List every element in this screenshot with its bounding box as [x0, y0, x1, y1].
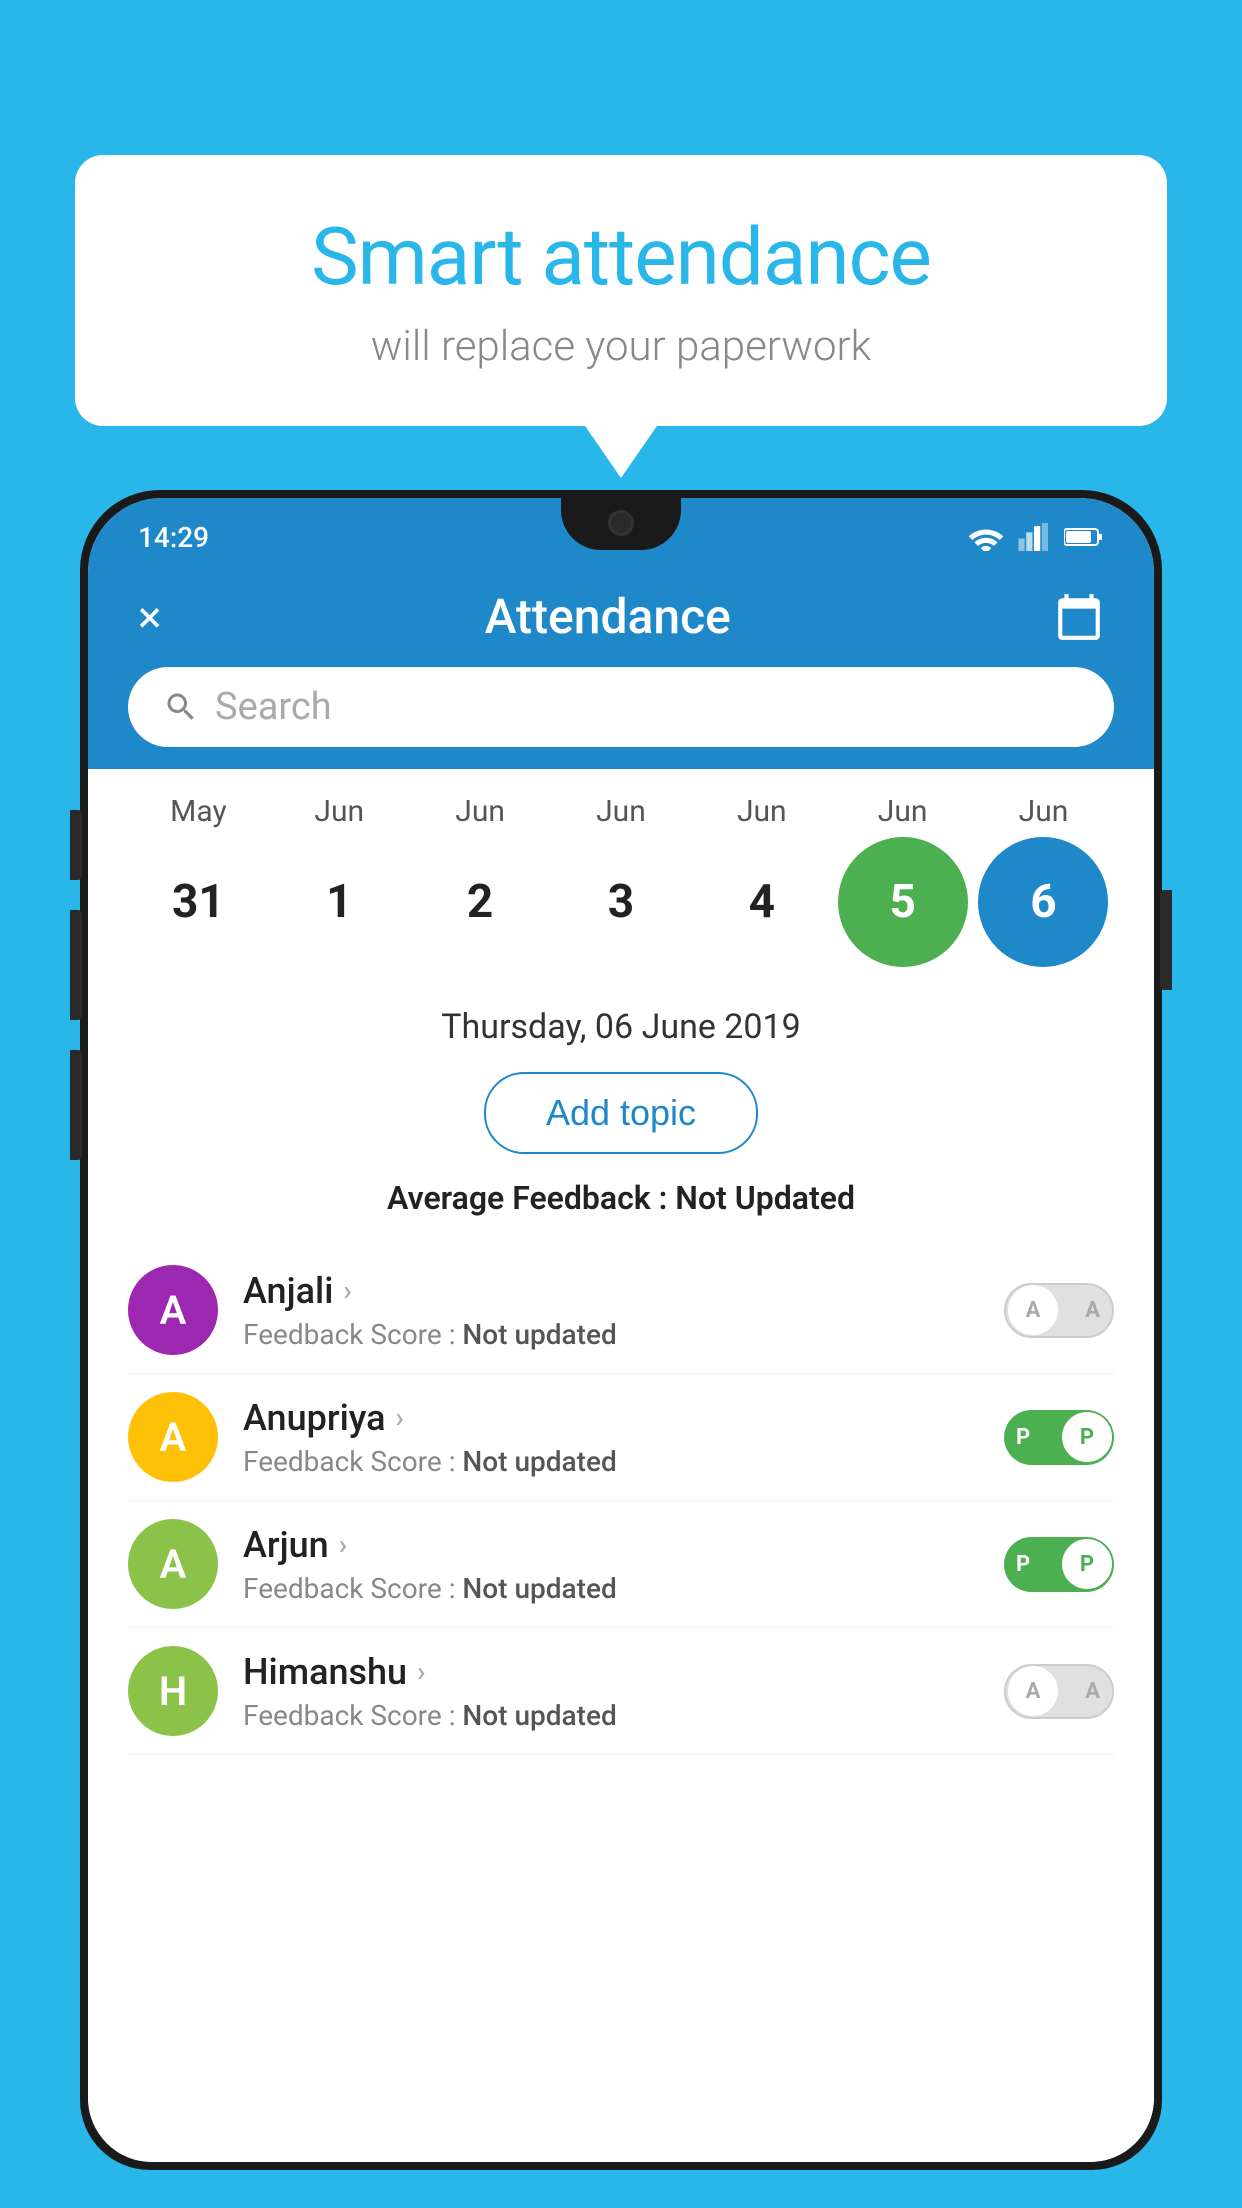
calendar-date[interactable]: 3: [556, 837, 686, 967]
calendar-months: May Jun Jun Jun Jun Jun Jun: [128, 794, 1114, 829]
attendance-toggle[interactable]: PP: [1004, 1537, 1114, 1592]
camera: [608, 510, 634, 536]
avg-feedback-label: Average Feedback :: [387, 1179, 667, 1217]
student-name[interactable]: Himanshu ›: [243, 1651, 979, 1693]
toggle-off-label: A: [1085, 1679, 1100, 1704]
speech-bubble-container: Smart attendance will replace your paper…: [75, 155, 1167, 426]
status-time: 14:29: [138, 521, 209, 554]
student-row: A Anupriya › Feedback Score : Not updated P…: [128, 1374, 1114, 1501]
battery-icon: [1064, 526, 1104, 548]
toggle-knob: P: [1062, 1412, 1112, 1462]
calendar-date[interactable]: 31: [133, 837, 263, 967]
calendar-month: Jun: [697, 794, 827, 829]
attendance-toggle[interactable]: PP: [1004, 1410, 1114, 1465]
student-info: Himanshu › Feedback Score : Not updated: [243, 1651, 979, 1732]
chevron-icon: ›: [339, 1528, 347, 1561]
add-topic-button[interactable]: Add topic: [484, 1072, 758, 1154]
student-info: Anupriya › Feedback Score : Not updated: [243, 1397, 979, 1478]
app-bar-title: Attendance: [161, 588, 1054, 645]
wifi-icon: [968, 523, 1004, 551]
avg-feedback-value: Not Updated: [675, 1179, 855, 1217]
phone-screen: 14:29: [88, 498, 1154, 2162]
attendance-toggle[interactable]: AA: [1004, 1664, 1114, 1719]
chevron-icon: ›: [417, 1655, 425, 1688]
toggle-off-label: A: [1085, 1298, 1100, 1323]
search-bar[interactable]: Search: [128, 667, 1114, 747]
calendar-month: Jun: [838, 794, 968, 829]
avg-feedback: Average Feedback : Not Updated: [128, 1179, 1114, 1217]
student-feedback: Feedback Score : Not updated: [243, 1318, 979, 1351]
calendar-date[interactable]: 2: [415, 837, 545, 967]
speech-bubble-title: Smart attendance: [135, 210, 1107, 304]
student-avatar: A: [128, 1392, 218, 1482]
attendance-toggle[interactable]: AA: [1004, 1283, 1114, 1338]
side-button-vol-up: [70, 910, 82, 1020]
student-info: Arjun › Feedback Score : Not updated: [243, 1524, 979, 1605]
student-name[interactable]: Arjun ›: [243, 1524, 979, 1566]
calendar-dates[interactable]: 31123456: [128, 837, 1114, 967]
search-placeholder: Search: [215, 685, 332, 729]
side-button-mute: [70, 810, 82, 880]
student-row: H Himanshu › Feedback Score : Not updated A…: [128, 1628, 1114, 1755]
student-name[interactable]: Anupriya ›: [243, 1397, 979, 1439]
toggle-knob: A: [1008, 1285, 1058, 1335]
calendar-month: Jun: [556, 794, 686, 829]
speech-bubble-subtitle: will replace your paperwork: [135, 322, 1107, 371]
student-avatar: A: [128, 1519, 218, 1609]
toggle-knob: A: [1008, 1666, 1058, 1716]
speech-bubble: Smart attendance will replace your paper…: [75, 155, 1167, 426]
notch: [561, 498, 681, 550]
search-icon: [163, 689, 199, 725]
phone: 14:29: [80, 490, 1162, 2208]
students-list: AAnjali ›Feedback Score : Not updatedAAA…: [128, 1247, 1114, 1755]
calendar-date[interactable]: 4: [697, 837, 827, 967]
student-row: AArjun ›Feedback Score : Not updatedPP: [128, 1501, 1114, 1628]
close-button[interactable]: ×: [138, 591, 161, 643]
student-info: Anjali › Feedback Score : Not updated: [243, 1270, 979, 1351]
student-feedback: Feedback Score : Not updated: [243, 1572, 979, 1605]
chevron-icon: ›: [396, 1401, 404, 1434]
app-bar: × Attendance: [88, 566, 1154, 667]
phone-inner: 14:29: [88, 498, 1154, 2162]
side-button-vol-down: [70, 1050, 82, 1160]
calendar-section: May Jun Jun Jun Jun Jun Jun 31123456: [88, 769, 1154, 982]
student-avatar: A: [128, 1265, 218, 1355]
signal-icon: [1018, 523, 1050, 551]
student-feedback: Feedback Score : Not updated: [243, 1445, 979, 1478]
calendar-month: Jun: [274, 794, 404, 829]
toggle-knob: P: [1062, 1539, 1112, 1589]
calendar-month: Jun: [978, 794, 1108, 829]
student-avatar: H: [128, 1646, 218, 1736]
phone-outer: 14:29: [80, 490, 1162, 2170]
search-bar-container: Search: [88, 667, 1154, 769]
status-icons: [968, 523, 1104, 551]
calendar-date[interactable]: 5: [838, 837, 968, 967]
student-row: AAnjali ›Feedback Score : Not updatedAA: [128, 1247, 1114, 1374]
calendar-month: May: [133, 794, 263, 829]
calendar-date[interactable]: 1: [274, 837, 404, 967]
toggle-on-label: P: [1016, 1552, 1030, 1577]
calendar-icon[interactable]: [1054, 592, 1104, 642]
content-area: Thursday, 06 June 2019 Add topic Average…: [88, 982, 1154, 2162]
calendar-date[interactable]: 6: [978, 837, 1108, 967]
selected-date: Thursday, 06 June 2019: [128, 1007, 1114, 1047]
calendar-month: Jun: [415, 794, 545, 829]
side-button-power: [1160, 890, 1172, 990]
student-name[interactable]: Anjali ›: [243, 1270, 979, 1312]
student-feedback: Feedback Score : Not updated: [243, 1699, 979, 1732]
toggle-on-label: P: [1016, 1425, 1030, 1450]
chevron-icon: ›: [343, 1274, 351, 1307]
